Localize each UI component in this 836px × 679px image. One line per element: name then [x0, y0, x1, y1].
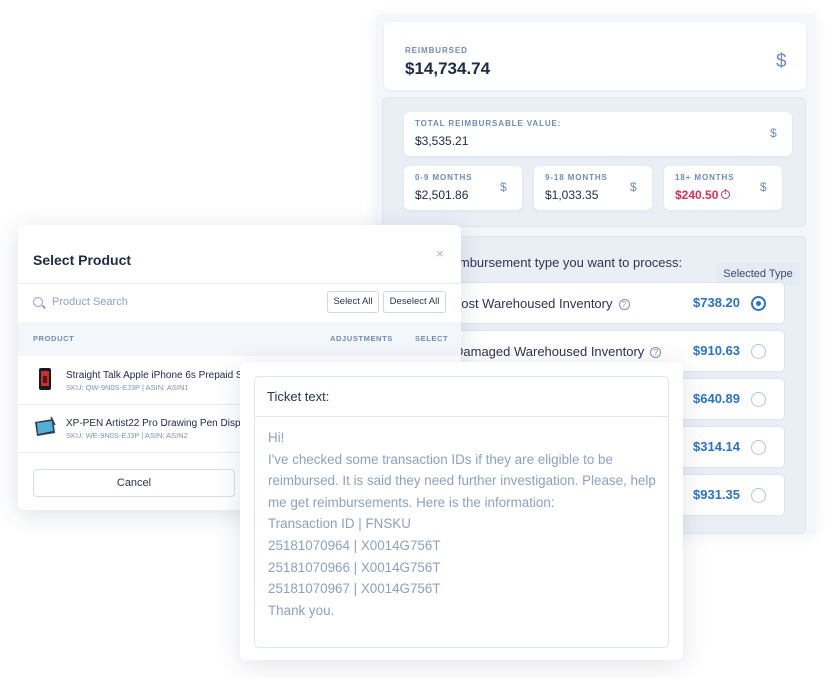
range-value: $1,033.35	[545, 188, 599, 202]
type-row-price: $314.14	[693, 439, 740, 454]
radio-unselected[interactable]	[751, 488, 766, 503]
range-label: 0-9 MONTHS	[415, 173, 473, 182]
ticket-text[interactable]: Hi! I've checked some transaction IDs if…	[268, 427, 660, 621]
range-card-9-18: 9-18 MONTHS $1,033.35 $	[534, 166, 652, 210]
range-value-warning: $240.50	[675, 188, 731, 202]
ticket-line: Hi!	[268, 430, 285, 445]
tablet-thumbnail	[35, 416, 56, 436]
dollar-icon: $	[630, 180, 637, 194]
ticket-label: Ticket text:	[267, 389, 330, 404]
type-row-price: $931.35	[693, 487, 740, 502]
modal-title: Select Product	[33, 252, 132, 268]
ticket-header: Ticket text:	[255, 377, 668, 417]
reimbursed-label: REIMBURSED	[405, 46, 468, 55]
ticket-panel: Ticket text: Hi! I've checked some trans…	[240, 362, 683, 660]
type-row-price: $738.20	[693, 295, 740, 310]
info-icon[interactable]: ?	[650, 347, 662, 358]
total-reimbursable-value: $3,535.21	[415, 134, 469, 148]
total-reimbursable-label: TOTAL REIMBURSABLE VALUE:	[415, 119, 562, 128]
ticket-line: 25181070967 | X0014G756T	[268, 581, 441, 597]
product-sku: SKU: WE-9N0S-EJ3P | ASIN: ASIN2	[66, 431, 188, 440]
range-value: $240.50	[675, 188, 719, 202]
type-row-label: Lost Warehoused Inventory?	[454, 296, 630, 311]
reimbursed-value: $14,734.74	[405, 59, 491, 78]
range-label: 18+ MONTHS	[675, 173, 735, 182]
close-icon[interactable]: ×	[436, 246, 444, 261]
divider	[18, 283, 461, 284]
column-select: SELECT	[415, 334, 449, 343]
product-name: Straight Talk Apple iPhone 6s Prepaid Sm…	[66, 370, 242, 381]
type-row-price: $640.89	[693, 391, 740, 406]
total-reimbursable-card: TOTAL REIMBURSABLE VALUE: $3,535.21 $	[404, 112, 792, 156]
ticket-line: 25181070964 | X0014G756T	[268, 537, 441, 553]
dollar-icon: $	[776, 51, 787, 72]
product-sku: SKU: QW-9N0S-EJ3P | ASIN: ASIN1	[66, 383, 189, 392]
deselect-all-button[interactable]: Deselect All	[383, 291, 446, 313]
search-icon	[33, 297, 43, 307]
reimbursed-card: REIMBURSED $14,734.74 $	[384, 22, 806, 90]
reimbursable-breakdown: TOTAL REIMBURSABLE VALUE: $3,535.21 $ 0-…	[382, 97, 806, 227]
dollar-icon: $	[770, 126, 777, 140]
dollar-icon: $	[760, 180, 767, 194]
radio-unselected[interactable]	[751, 440, 766, 455]
select-all-button[interactable]: Select All	[327, 291, 379, 313]
ticket-line: Thank you.	[268, 602, 335, 618]
info-icon[interactable]: ?	[618, 299, 630, 310]
product-table-header: PRODUCT ADJUSTMENTS SELECT	[18, 322, 461, 356]
range-card-0-9: 0-9 MONTHS $2,501.86 $	[404, 166, 522, 210]
product-search-input[interactable]	[52, 293, 282, 311]
column-adjustments: ADJUSTMENTS	[330, 334, 393, 343]
column-product: PRODUCT	[33, 334, 75, 343]
ticket-card: Ticket text: Hi! I've checked some trans…	[254, 376, 669, 648]
ticket-line: 25181070966 | X0014G756T	[268, 559, 441, 575]
radio-unselected[interactable]	[751, 392, 766, 407]
radio-unselected[interactable]	[751, 344, 766, 359]
dollar-icon: $	[500, 180, 507, 194]
type-row-label: Damaged Warehoused Inventory?	[454, 344, 662, 359]
phone-thumbnail	[39, 368, 51, 390]
range-label: 9-18 MONTHS	[545, 173, 608, 182]
radio-selected[interactable]	[751, 296, 766, 311]
type-row-price: $910.63	[693, 343, 740, 358]
cancel-button[interactable]: Cancel	[33, 469, 235, 497]
range-card-18-plus: 18+ MONTHS $240.50 $	[664, 166, 782, 210]
ticket-line: Transaction ID | FNSKU	[268, 516, 411, 532]
product-name: XP-PEN Artist22 Pro Drawing Pen Display	[66, 418, 242, 429]
range-value: $2,501.86	[415, 188, 469, 202]
warning-icon	[721, 189, 731, 199]
ticket-line: I've checked some transaction IDs if the…	[268, 451, 656, 510]
